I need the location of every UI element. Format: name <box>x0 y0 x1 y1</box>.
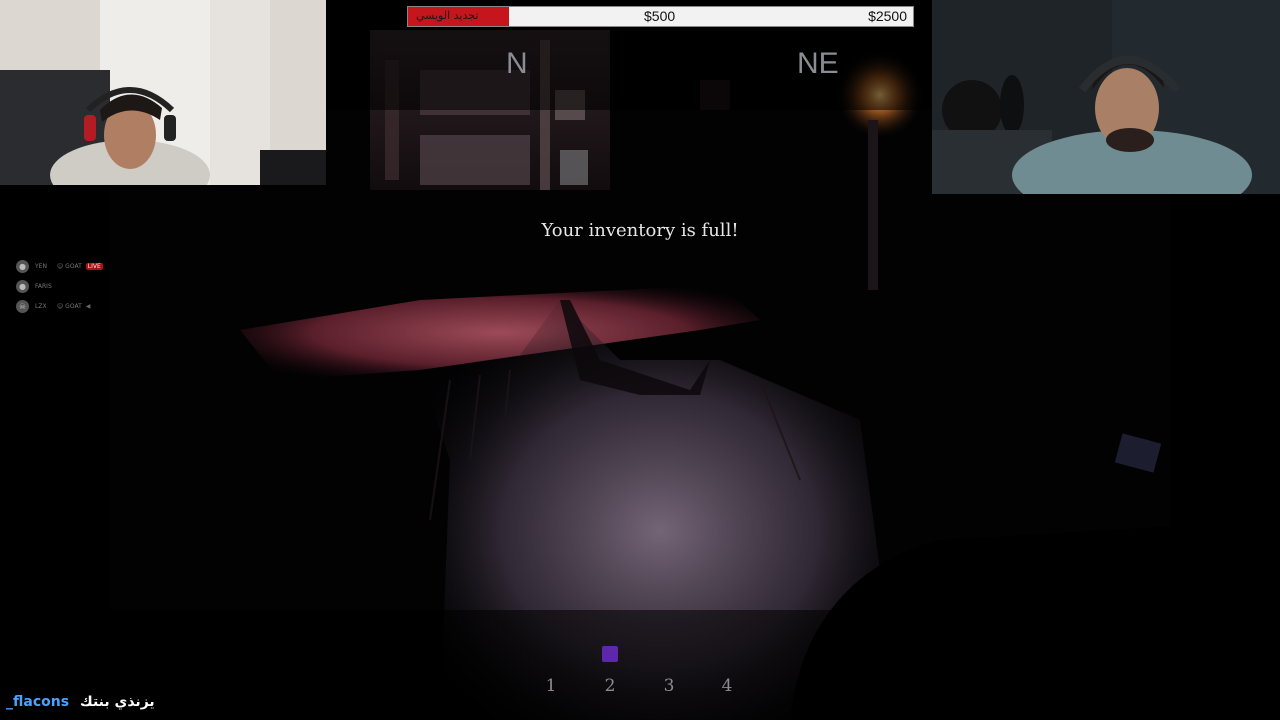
live-badge: LIVE <box>85 262 103 270</box>
player-tag: ☺ GOAT <box>57 302 82 310</box>
quota-bar: تجديد الويسي $500 $2500 <box>407 6 914 27</box>
hotbar-slot-4[interactable]: 4 <box>712 676 742 696</box>
webcam-left-feed <box>0 0 326 185</box>
torch-stand <box>868 120 878 290</box>
webcam-right <box>932 0 1280 194</box>
avatar-icon: ● <box>16 279 29 293</box>
hotbar-slot-3[interactable]: 3 <box>654 676 684 696</box>
webcam-right-feed <box>932 0 1280 194</box>
hotbar: 1 2 3 4 <box>536 676 756 702</box>
players-list: ● YEN ☺ GOAT LIVE ● FARIS ☠ LZX ☺ GOAT ◀ <box>16 256 136 316</box>
hotbar-slot-1[interactable]: 1 <box>536 676 566 696</box>
quota-current: $500 <box>644 8 676 24</box>
avatar-icon: ● <box>16 259 29 273</box>
chat-message: _flacons يزنذي بنتك <box>6 694 155 710</box>
player-row: ● YEN ☺ GOAT LIVE <box>16 256 136 276</box>
quota-label: تجديد الويسي <box>416 9 479 22</box>
skull-icon: ☠ <box>16 299 29 313</box>
compass-north-east: NE <box>797 47 839 80</box>
webcam-left <box>0 0 326 185</box>
player-tag: ☺ GOAT <box>57 262 82 270</box>
player-name: FARIS <box>35 282 52 290</box>
compass-north: N <box>506 47 528 80</box>
player-row: ● FARIS <box>16 276 136 296</box>
player-name: YEN <box>35 262 47 270</box>
player-name: LZX <box>35 302 47 310</box>
player-row: ☠ LZX ☺ GOAT ◀ <box>16 296 136 316</box>
hotbar-slot-2[interactable]: 2 <box>595 676 625 696</box>
speaker-icon: ◀ <box>85 302 91 310</box>
inventory-full-notification: Your inventory is full! <box>541 220 739 241</box>
held-item <box>1114 433 1162 473</box>
selected-slot-marker <box>602 646 618 662</box>
chat-username: _flacons <box>6 694 70 710</box>
chat-text: يزنذي بنتك <box>79 694 155 710</box>
quota-target: $2500 <box>868 8 907 24</box>
